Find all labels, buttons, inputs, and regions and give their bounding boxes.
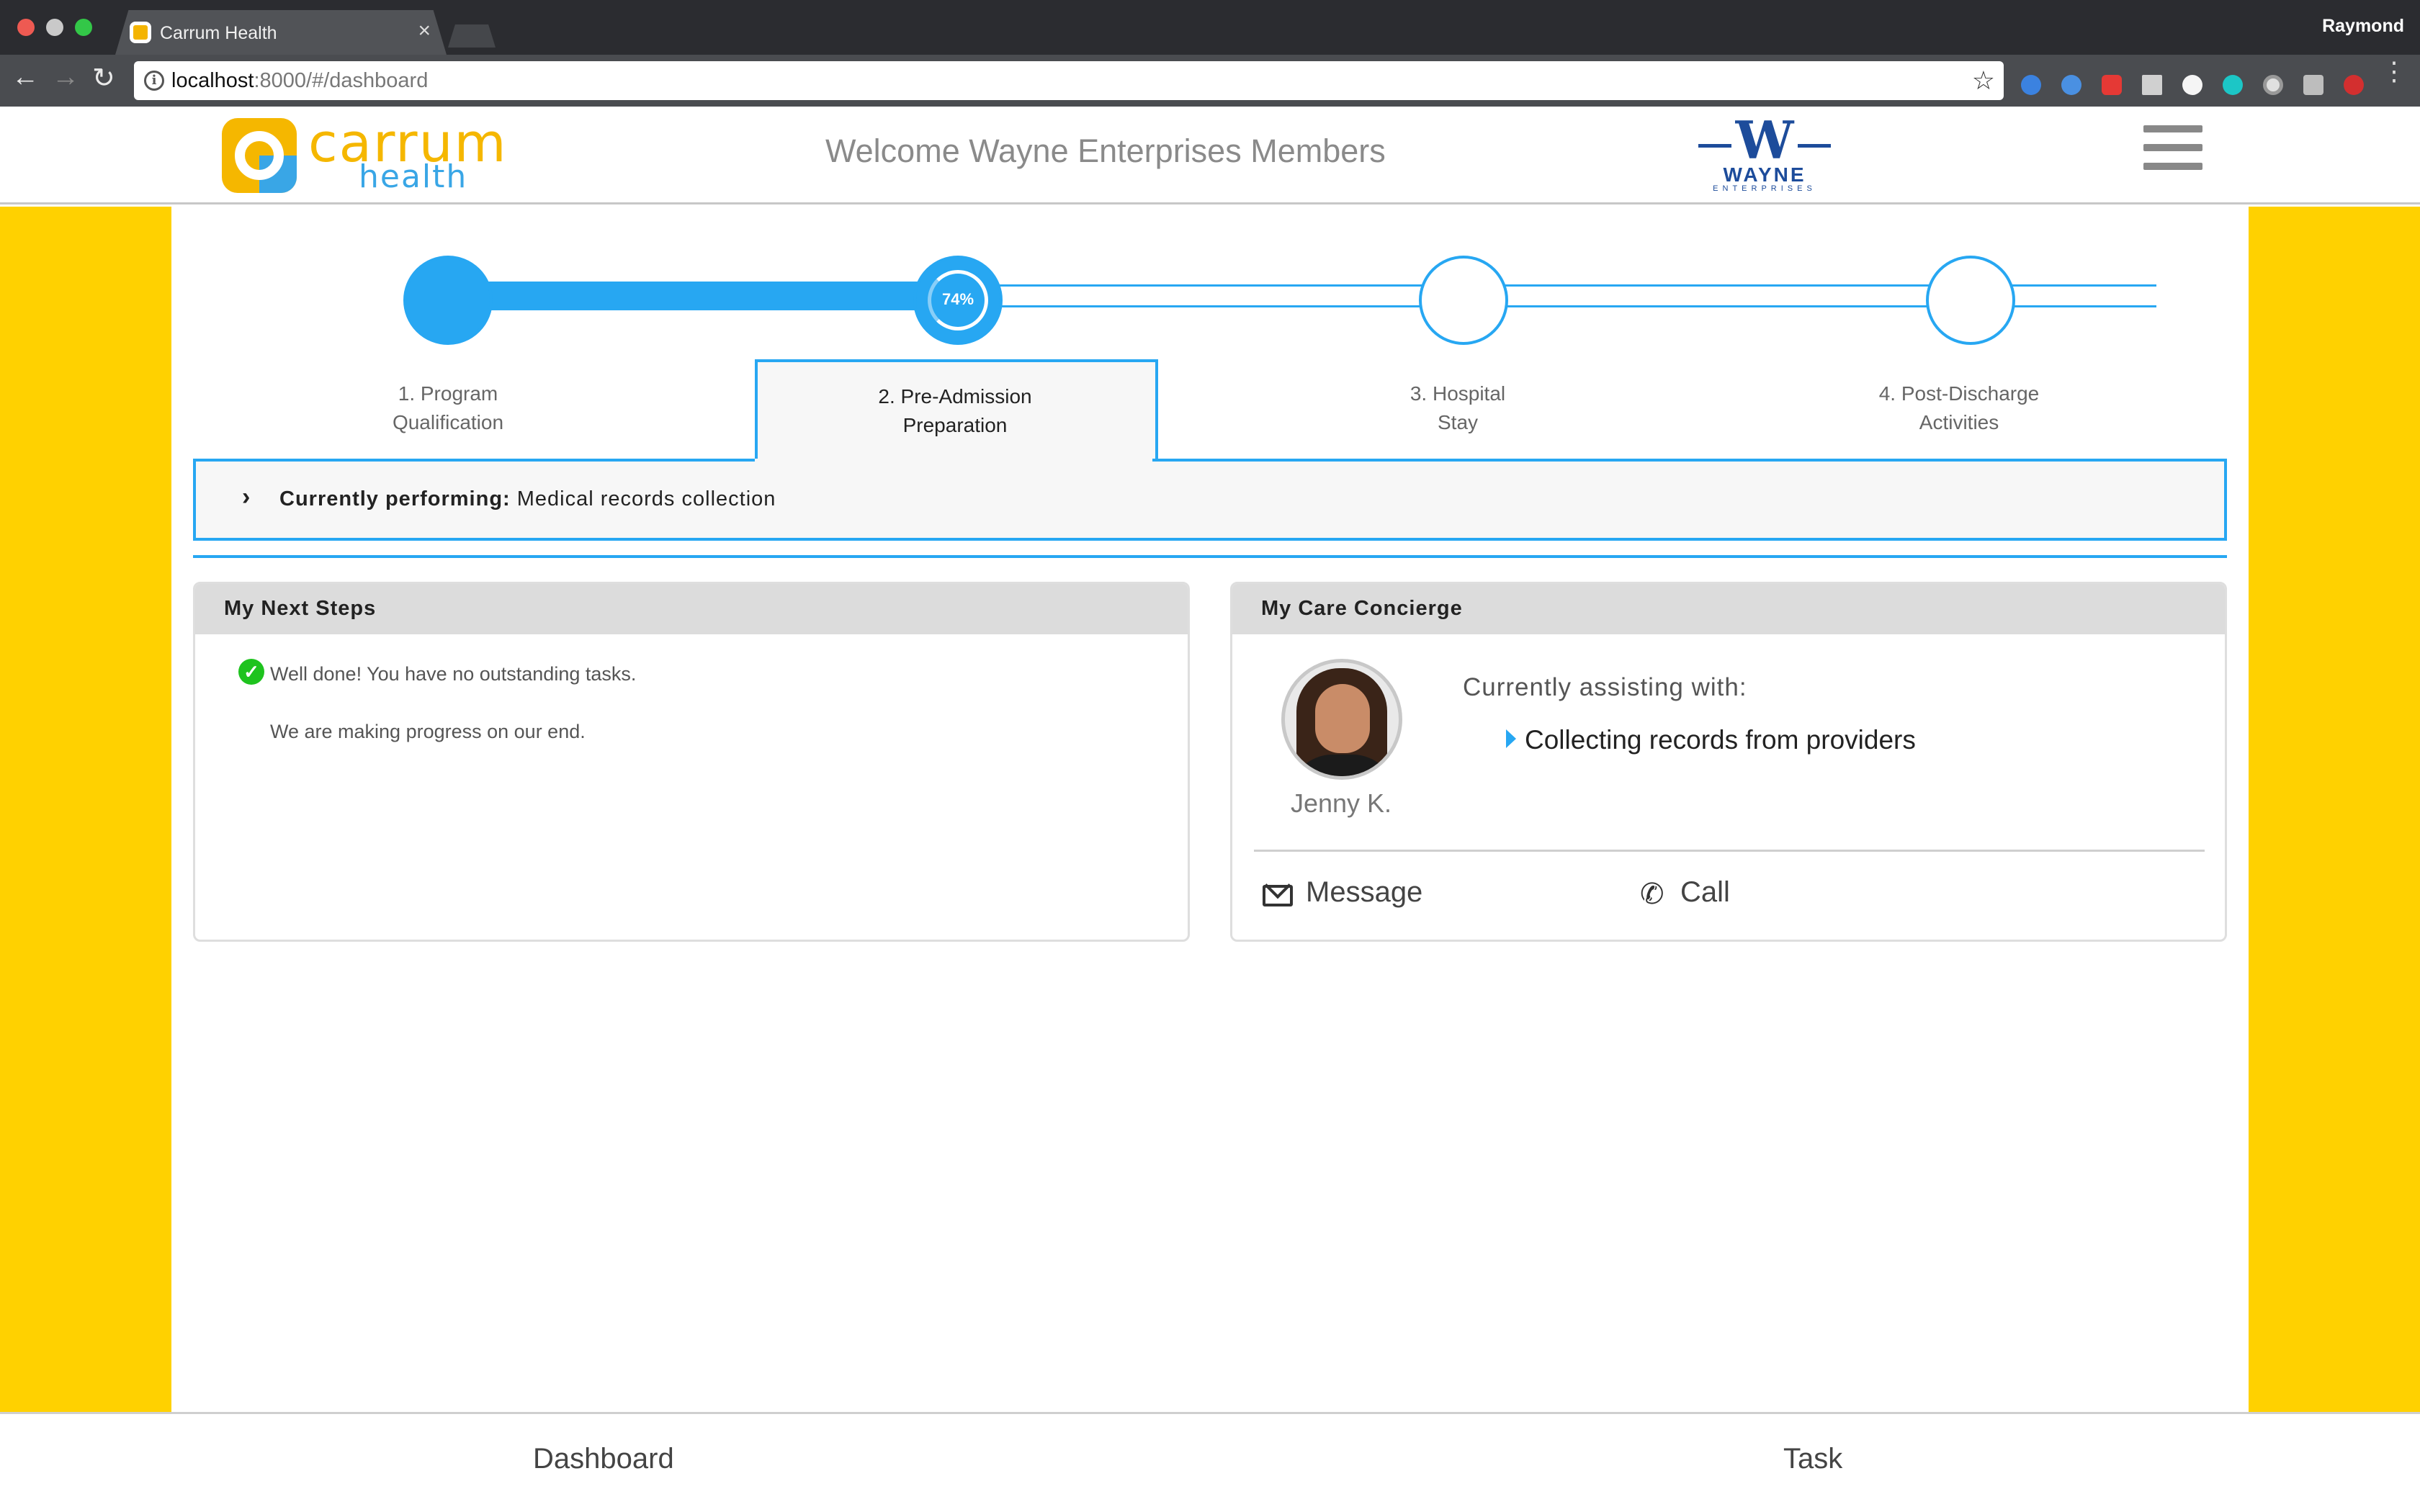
section-divider [193, 555, 2227, 558]
step-label-4[interactable]: 4. Post-Discharge Activities [1808, 379, 2110, 437]
extension-grid-icon[interactable] [2303, 75, 2323, 95]
no-tasks-message: Well done! You have no outstanding tasks… [270, 663, 637, 685]
card-divider [1254, 850, 2205, 852]
nav-dashboard[interactable]: Dashboard [533, 1443, 674, 1475]
assisting-label: Currently assisting with: [1463, 673, 1747, 701]
browser-titlebar: Carrum Health × Raymond [0, 0, 2420, 55]
right-gutter [2249, 207, 2420, 1412]
forward-arrow-icon[interactable]: → [52, 62, 79, 93]
currently-performing-panel[interactable]: › Currently performing: Medical records … [193, 459, 2227, 541]
tab-title: Carrum Health [160, 23, 277, 43]
dashboard-main: 74% 1. Program Qualification 2. Pre-Admis… [171, 207, 2249, 1412]
carrum-favicon-icon [130, 22, 151, 43]
left-gutter [0, 207, 171, 1412]
extension-barcode-icon[interactable] [2142, 75, 2162, 95]
step-node-1[interactable] [403, 256, 493, 345]
care-concierge-card: My Care Concierge Jenny K. Currently ass… [1230, 582, 2227, 942]
browser-menu-icon[interactable]: ⋮ [2381, 58, 2407, 84]
next-steps-title: My Next Steps [195, 584, 1188, 634]
url-text[interactable]: localhost:8000/#/dashboard [171, 69, 428, 93]
concierge-name: Jenny K. [1290, 788, 1392, 818]
step-node-3[interactable] [1419, 256, 1508, 345]
step-label-1[interactable]: 1. Program Qualification [297, 379, 599, 437]
next-steps-card: My Next Steps ✓ Well done! You have no o… [193, 582, 1190, 942]
logo-wordmark-secondary[interactable]: health [359, 158, 467, 195]
browser-profile-name[interactable]: Raymond [2322, 16, 2404, 37]
step-node-4[interactable] [1926, 256, 2015, 345]
site-info-icon[interactable]: i [144, 71, 164, 91]
caret-right-icon [1506, 729, 1516, 748]
wayne-enterprises-logo: W WAYNE ENTERPRISES [1694, 114, 1835, 196]
message-button[interactable]: Message [1306, 876, 1422, 909]
minimize-window-button[interactable] [46, 19, 63, 36]
back-arrow-icon[interactable]: ← [12, 62, 39, 93]
tab-close-icon[interactable]: × [418, 19, 431, 43]
step-label-2[interactable]: 2. Pre-Admission Preparation [804, 382, 1106, 440]
browser-toolbar: ← → ↻ i localhost:8000/#/dashboard ☆ ⋮ [0, 55, 2420, 107]
address-bar[interactable]: i localhost:8000/#/dashboard ☆ [134, 61, 2004, 100]
extension-video-icon[interactable] [2102, 75, 2122, 95]
care-concierge-title: My Care Concierge [1232, 584, 2225, 634]
step-label-3[interactable]: 3. Hospital Stay [1307, 379, 1609, 437]
phone-icon[interactable]: ✆ [1640, 878, 1664, 911]
welcome-message: Welcome Wayne Enterprises Members [825, 132, 1386, 169]
app-header: carrum health Welcome Wayne Enterprises … [0, 107, 2420, 204]
currently-performing-text: Currently performing: Medical records co… [279, 487, 776, 510]
extension-target-icon[interactable] [2263, 75, 2283, 95]
envelope-icon[interactable] [1263, 872, 1293, 906]
extension-sync-icon[interactable] [2061, 75, 2081, 95]
bookmark-star-icon[interactable]: ☆ [1972, 66, 1995, 96]
assisting-item: Collecting records from providers [1525, 725, 1916, 755]
reload-icon[interactable]: ↻ [92, 62, 115, 94]
nav-task[interactable]: Task [1783, 1443, 1842, 1475]
extension-download-icon[interactable] [2021, 75, 2041, 95]
hamburger-menu-icon[interactable] [2143, 125, 2202, 177]
progress-track-fill [444, 282, 956, 310]
carrum-logo-icon[interactable] [222, 118, 297, 193]
adblock-icon[interactable] [2344, 75, 2364, 95]
chevron-right-icon[interactable]: › [242, 483, 250, 511]
extension-teal-icon[interactable] [2223, 75, 2243, 95]
check-circle-icon: ✓ [238, 659, 264, 685]
step-progress-percent: 74% [941, 290, 974, 308]
step-node-2[interactable]: 74% [913, 256, 1003, 345]
concierge-avatar [1281, 659, 1402, 780]
progress-message: We are making progress on our end. [270, 721, 586, 742]
extension-circle-icon[interactable] [2182, 75, 2202, 95]
close-window-button[interactable] [17, 19, 35, 36]
new-tab-button[interactable] [448, 24, 496, 48]
call-button[interactable]: Call [1680, 876, 1730, 909]
browser-tab-active[interactable]: Carrum Health × [115, 10, 447, 55]
bottom-navigation: Dashboard Task [0, 1412, 2420, 1512]
zoom-window-button[interactable] [75, 19, 92, 36]
